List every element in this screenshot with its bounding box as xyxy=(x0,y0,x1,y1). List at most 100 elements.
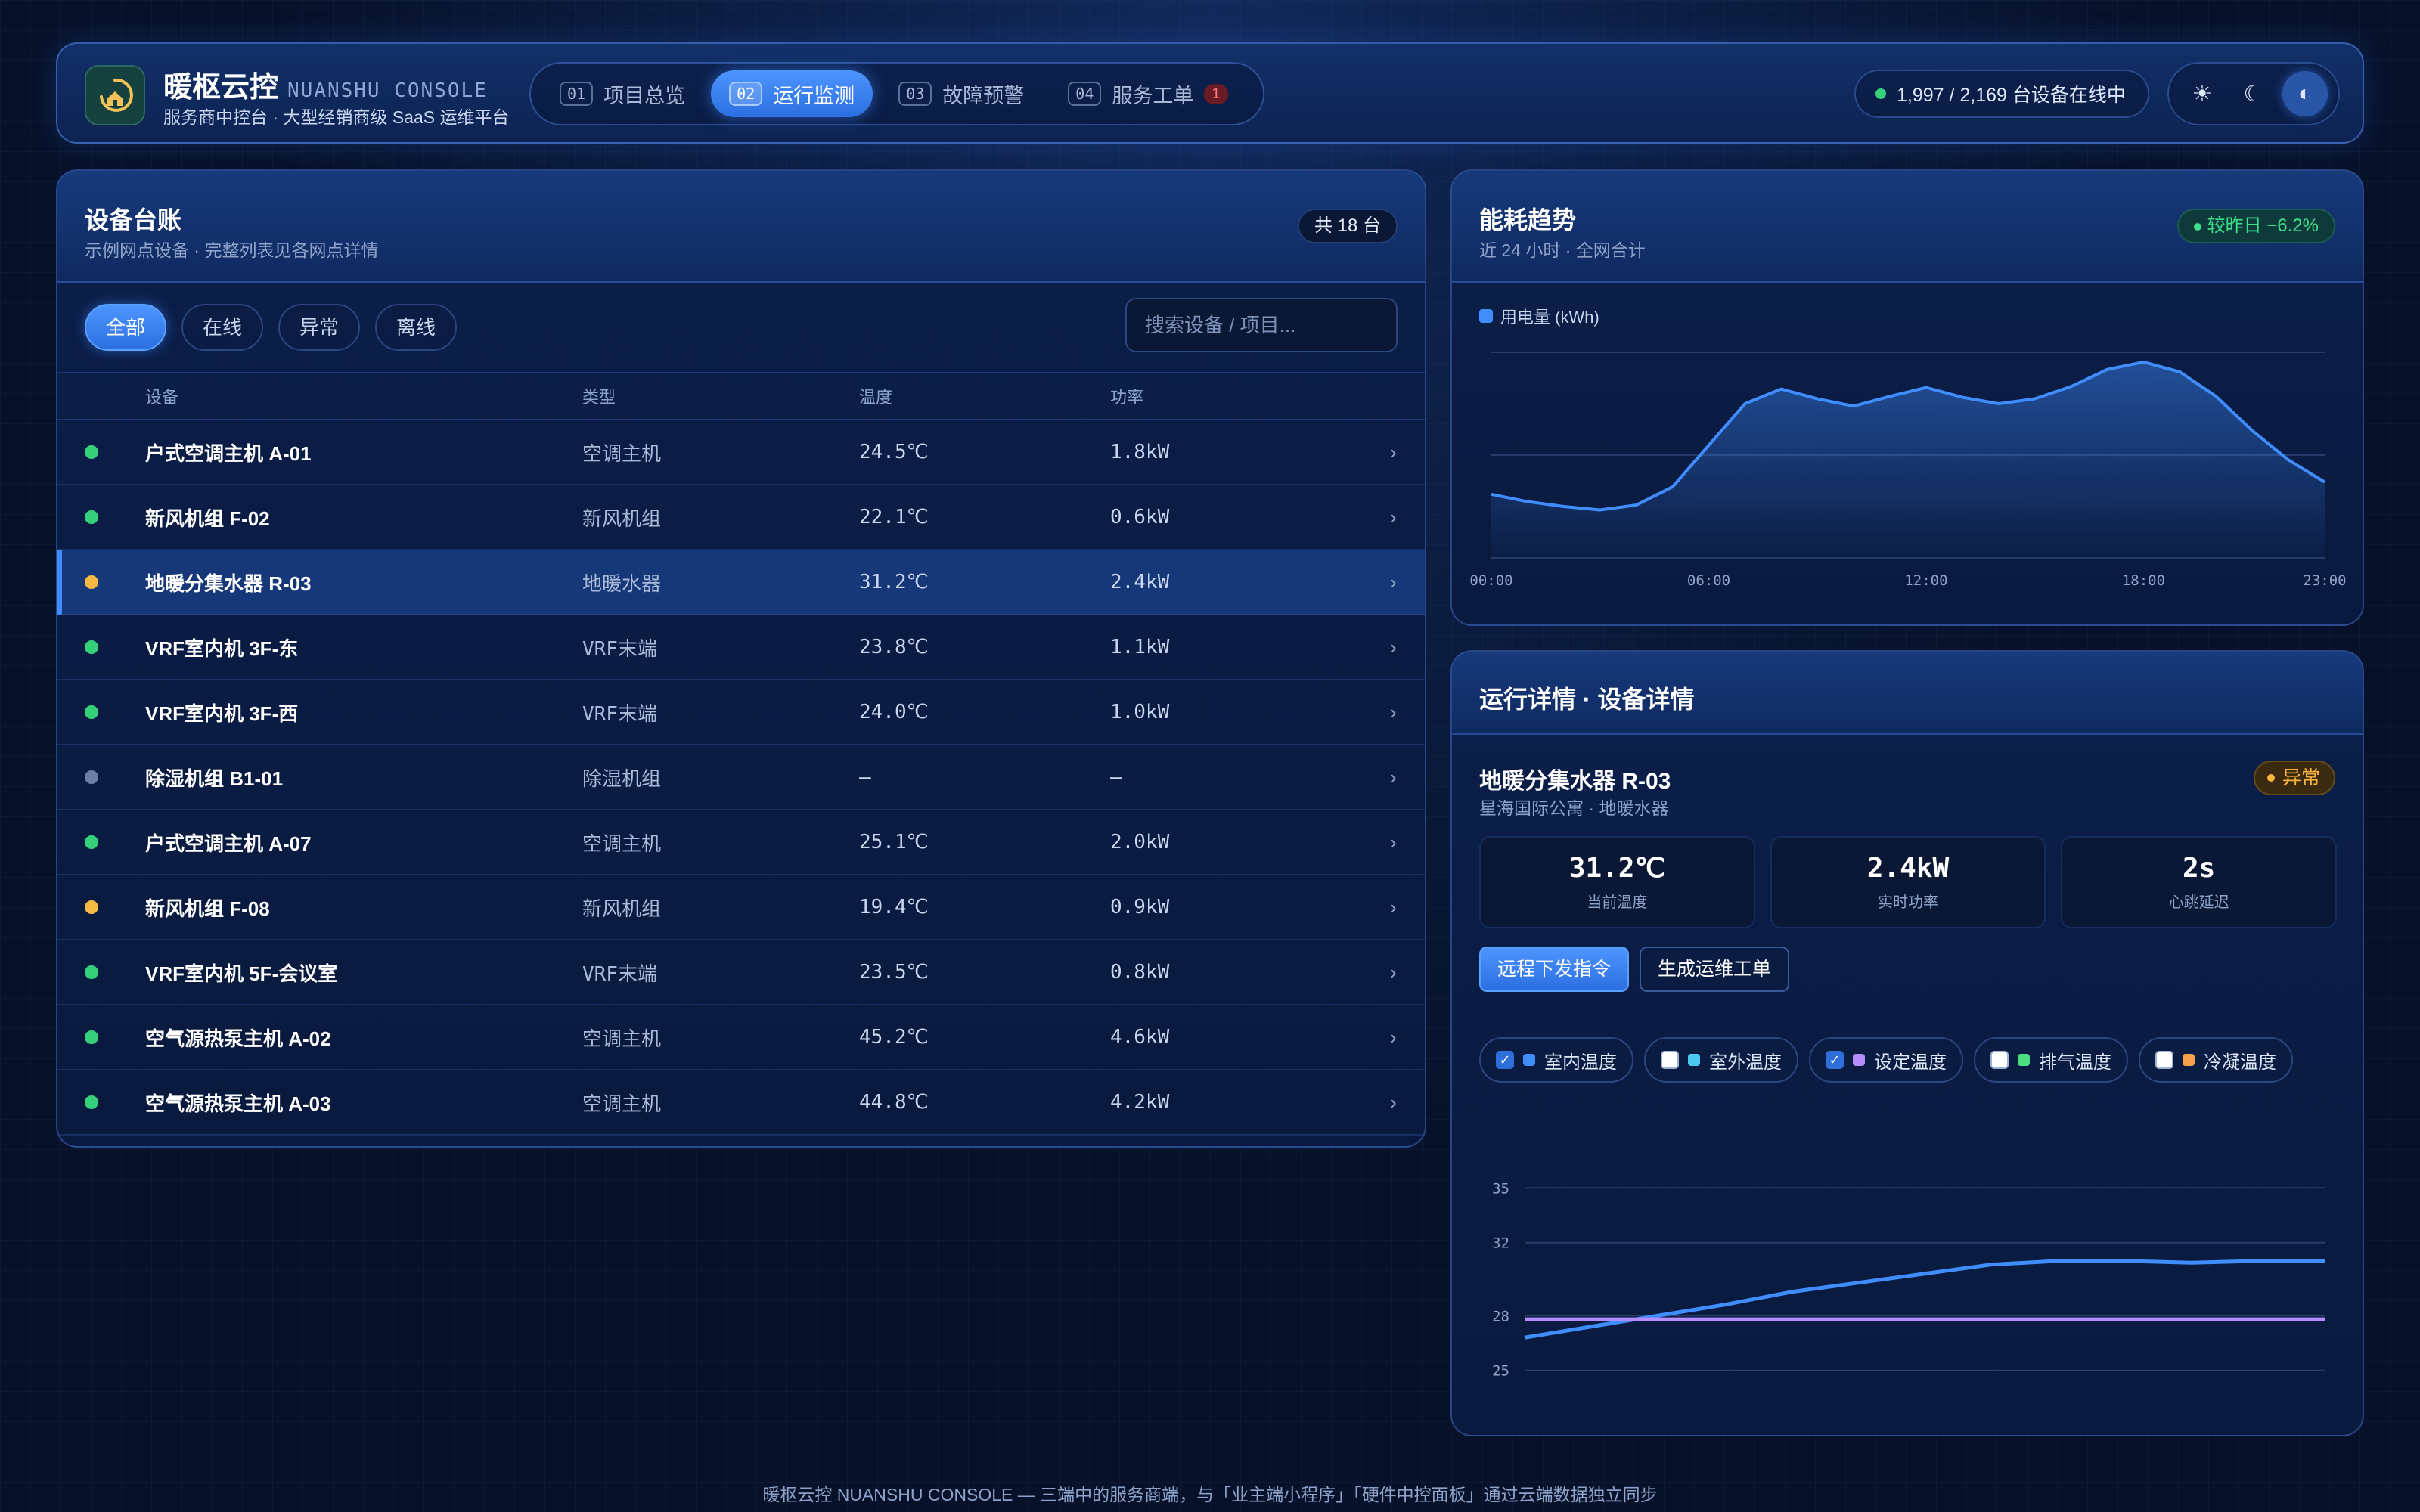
contrast-icon[interactable]: ◐ xyxy=(2282,71,2328,116)
send-remote-command-button[interactable]: 远程下发指令 xyxy=(1479,947,1630,992)
device-name-cell: VRF室内机 5F-会议室 xyxy=(145,962,338,985)
checkbox-icon[interactable] xyxy=(1661,1051,1679,1069)
tab-fault-alerts[interactable]: 03 故障预警 xyxy=(880,70,1042,117)
device-type-cell: 空调主机 xyxy=(582,442,662,466)
online-count: 1,997 / 2,169 台设备在线中 xyxy=(1897,85,2126,106)
table-row[interactable]: 新风机组 F-02 新风机组 22.1℃ 0.6kW › xyxy=(57,485,1425,550)
series-toggle[interactable]: ✓ 设定温度 xyxy=(1809,1037,1963,1083)
device-type-cell: 空调主机 xyxy=(582,1027,662,1051)
energy-area-chart: 00:00 06:00 12:00 18:00 23:00 xyxy=(1469,352,2347,589)
tab-overview[interactable]: 01 项目总览 xyxy=(541,70,703,117)
device-temperature-cell: 23.8℃ xyxy=(859,636,929,658)
checkbox-checked-icon[interactable]: ✓ xyxy=(1496,1051,1514,1069)
status-dot-icon xyxy=(85,420,98,484)
create-work-order-button[interactable]: 生成运维工单 xyxy=(1640,947,1790,992)
table-row[interactable]: 户式空调主机 A-01 空调主机 24.5℃ 1.8kW › xyxy=(57,420,1425,485)
device-power-cell: 4.2kW xyxy=(1110,1091,1170,1114)
stat-label: 实时功率 xyxy=(1878,894,1938,911)
checkbox-icon[interactable] xyxy=(2155,1051,2173,1069)
theme-switcher: ☀ ☾ ◐ xyxy=(2167,62,2340,125)
filter-online[interactable]: 在线 xyxy=(182,304,264,351)
brand-subtitle: 服务商中控台 · 大型经销商级 SaaS 运维平台 xyxy=(163,107,510,127)
stat-label: 心跳延迟 xyxy=(2168,894,2229,911)
moon-icon[interactable]: ☾ xyxy=(2231,71,2276,116)
stat-value: 31.2℃ xyxy=(1568,853,1665,884)
chevron-right-icon: › xyxy=(1390,635,1397,658)
device-type-cell: 新风机组 xyxy=(582,507,662,531)
device-type-cell: 空调主机 xyxy=(582,1092,662,1116)
panel-subtitle: 示例网点设备 · 完整列表见各网点详情 xyxy=(85,240,379,260)
device-name: 地暖分集水器 R-03 xyxy=(1479,769,1671,794)
status-dot xyxy=(85,705,98,719)
table-row[interactable]: 空气源热泵主机 A-02 空调主机 45.2℃ 4.6kW › xyxy=(57,1005,1425,1070)
tab-label: 项目总览 xyxy=(603,84,686,107)
table-row[interactable]: VRF室内机 3F-东 VRF末端 23.8℃ 1.1kW › xyxy=(57,615,1425,680)
legend-label: 用电量 (kWh) xyxy=(1500,308,1599,327)
status-dot-icon xyxy=(85,875,98,939)
panel-header: 运行详情 · 设备详情 xyxy=(1452,652,2363,735)
series-color-swatch xyxy=(2018,1054,2030,1066)
table-row[interactable]: 户式空调主机 A-07 空调主机 25.1℃ 2.0kW › xyxy=(57,810,1425,875)
series-label: 设定温度 xyxy=(1874,1052,1947,1073)
device-temperature-cell: 19.4℃ xyxy=(859,896,929,919)
status-dot-icon xyxy=(85,615,98,679)
x-tick-label: 06:00 xyxy=(1687,572,1730,589)
x-tick-label: 00:00 xyxy=(1469,572,1512,589)
status-dot-icon xyxy=(85,1005,98,1069)
table-row[interactable]: 地暖分集水器 R-03 地暖水器 31.2℃ 2.4kW › xyxy=(57,550,1425,615)
table-row[interactable]: 空气源热泵主机 A-03 空调主机 44.8℃ 4.2kW › xyxy=(57,1070,1425,1136)
table-row[interactable]: VRF室内机 3F-西 VRF末端 24.0℃ 1.0kW › xyxy=(57,680,1425,745)
checkbox-icon[interactable] xyxy=(1990,1051,2009,1069)
warning-dot-icon xyxy=(2266,774,2275,782)
status-dot-icon xyxy=(85,940,98,1004)
device-location: 星海国际公寓 · 地暖水器 xyxy=(1479,798,1669,818)
series-label: 室外温度 xyxy=(1709,1052,1782,1073)
series-toggle[interactable]: 排气温度 xyxy=(1974,1037,2128,1083)
x-tick-label: 12:00 xyxy=(1904,572,1947,589)
home-icon xyxy=(100,78,133,112)
sun-icon[interactable]: ☀ xyxy=(2180,71,2225,116)
filter-all[interactable]: 全部 xyxy=(85,304,167,351)
status-dot xyxy=(85,1095,98,1109)
search-input[interactable] xyxy=(1125,298,1398,352)
chevron-right-icon: › xyxy=(1390,1090,1397,1114)
device-type-cell: 地暖水器 xyxy=(582,572,662,596)
device-temperature-cell: — xyxy=(859,766,871,789)
status-dot xyxy=(85,575,98,589)
chevron-right-icon: › xyxy=(1390,570,1397,593)
series-toggle[interactable]: ✓ 室内温度 xyxy=(1479,1037,1634,1083)
series-toggle[interactable]: 冷凝温度 xyxy=(2139,1037,2293,1083)
device-table: 设备 类型 温度 功率 户式空调主机 A-01 空调主机 24.5℃ 1.8kW › 新风… xyxy=(57,372,1425,1136)
footer-note: 暖枢云控 NUANSHU CONSOLE — 三端中的服务商端，与「业主端小程序… xyxy=(762,1485,1658,1504)
device-type-cell: VRF末端 xyxy=(582,702,657,726)
table-row[interactable]: VRF室内机 5F-会议室 VRF末端 23.5℃ 0.8kW › xyxy=(57,940,1425,1005)
device-type-cell: 新风机组 xyxy=(582,897,662,921)
status-dot xyxy=(85,445,98,459)
series-line xyxy=(1524,1259,2325,1340)
chevron-right-icon: › xyxy=(1390,895,1397,919)
y-tick-label: 35 xyxy=(1492,1180,1509,1197)
series-toggle[interactable]: 室外温度 xyxy=(1644,1037,1798,1083)
device-power-cell: 1.1kW xyxy=(1110,636,1170,658)
status-dot xyxy=(85,510,98,524)
tab-label: 服务工单 xyxy=(1112,84,1194,107)
checkbox-checked-icon[interactable]: ✓ xyxy=(1826,1051,1844,1069)
filter-abnormal[interactable]: 异常 xyxy=(278,304,361,351)
device-name-cell: 新风机组 F-02 xyxy=(145,507,270,530)
tab-work-orders[interactable]: 04 服务工单 1 xyxy=(1050,70,1246,117)
y-tick-label: 32 xyxy=(1492,1235,1509,1252)
table-row[interactable]: 新风机组 F-08 新风机组 19.4℃ 0.9kW › xyxy=(57,875,1425,940)
trend-dot-icon xyxy=(2193,222,2201,231)
device-temperature-cell: 22.1℃ xyxy=(859,506,929,528)
device-power-cell: 0.9kW xyxy=(1110,896,1170,919)
filter-offline[interactable]: 离线 xyxy=(375,304,458,351)
action-buttons: 远程下发指令 生成运维工单 xyxy=(1479,947,1790,992)
stat-label: 当前温度 xyxy=(1587,894,1648,911)
delta-text: 较昨日 −6.2% xyxy=(2207,215,2319,236)
device-count-badge: 共 18 台 xyxy=(1297,209,1398,243)
day-over-day-badge: 较昨日 −6.2% xyxy=(2176,209,2335,243)
table-row[interactable]: 除湿机组 B1-01 除湿机组 — — › xyxy=(57,745,1425,810)
stat-value: 2.4kW xyxy=(1866,853,1950,884)
series-toggles: ✓ 室内温度 室外温度 ✓ 设定温度 排气温度 冷凝温度 xyxy=(1479,1037,2337,1083)
tab-monitoring[interactable]: 02 运行监测 xyxy=(711,70,873,117)
